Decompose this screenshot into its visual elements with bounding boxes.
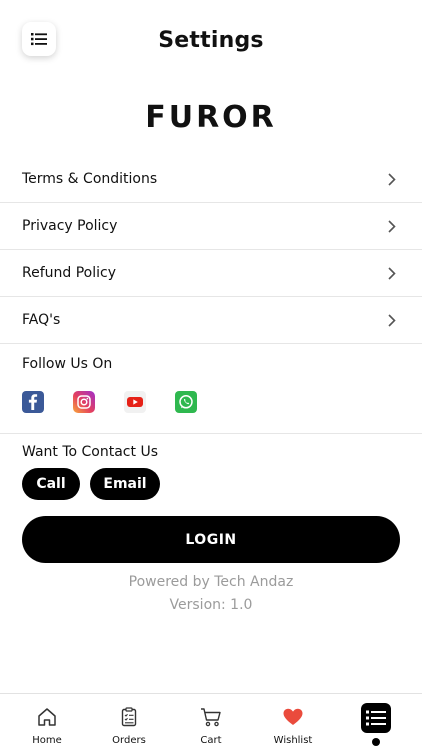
menu-item-label: Privacy Policy	[22, 218, 118, 234]
section-divider	[0, 433, 422, 434]
contact-title: Want To Contact Us	[22, 444, 158, 460]
call-button[interactable]: Call	[22, 468, 80, 500]
home-icon	[38, 708, 56, 726]
facebook-icon[interactable]	[22, 391, 44, 413]
active-dot	[372, 738, 380, 746]
cart-icon	[201, 708, 221, 727]
instagram-icon[interactable]	[73, 391, 95, 413]
tab-orders[interactable]: Orders	[87, 694, 171, 750]
powered-by-text: Powered by Tech Andaz	[128, 574, 294, 590]
active-tab-indicator	[361, 703, 391, 733]
brand-logo: FUROR	[145, 100, 277, 135]
tab-label: Orders	[112, 735, 146, 746]
tab-label: Home	[32, 735, 62, 746]
contact-buttons: Call Email	[22, 468, 160, 500]
menu-item-refund[interactable]: Refund Policy	[0, 250, 422, 297]
chevron-right-icon	[388, 266, 396, 280]
social-links	[22, 391, 197, 413]
whatsapp-icon[interactable]	[175, 391, 197, 413]
follow-title: Follow Us On	[22, 356, 113, 372]
clipboard-icon	[121, 707, 137, 727]
bottom-tab-bar: Home Orders Cart Wishlist	[0, 693, 422, 750]
tab-wishlist[interactable]: Wishlist	[251, 694, 335, 750]
menu-item-terms[interactable]: Terms & Conditions	[0, 156, 422, 203]
settings-menu: Terms & Conditions Privacy Policy Refund…	[0, 156, 422, 344]
chevron-right-icon	[388, 313, 396, 327]
heart-icon	[283, 708, 303, 725]
login-button[interactable]: LOGIN	[22, 516, 400, 563]
chevron-right-icon	[388, 172, 396, 186]
menu-item-privacy[interactable]: Privacy Policy	[0, 203, 422, 250]
menu-item-label: FAQ's	[22, 312, 61, 328]
tab-menu[interactable]	[334, 694, 418, 750]
header: Settings	[0, 0, 422, 84]
chevron-right-icon	[388, 219, 396, 233]
tab-home[interactable]: Home	[5, 694, 89, 750]
tab-cart[interactable]: Cart	[169, 694, 253, 750]
version-text: Version: 1.0	[169, 597, 253, 613]
youtube-icon[interactable]	[124, 391, 146, 413]
tab-label: Wishlist	[273, 735, 313, 746]
menu-item-label: Refund Policy	[22, 265, 116, 281]
menu-item-label: Terms & Conditions	[22, 171, 158, 187]
list-icon	[366, 710, 386, 726]
tab-label: Cart	[200, 735, 222, 746]
page-title: Settings	[158, 28, 264, 53]
email-button[interactable]: Email	[90, 468, 160, 500]
menu-item-faq[interactable]: FAQ's	[0, 297, 422, 344]
